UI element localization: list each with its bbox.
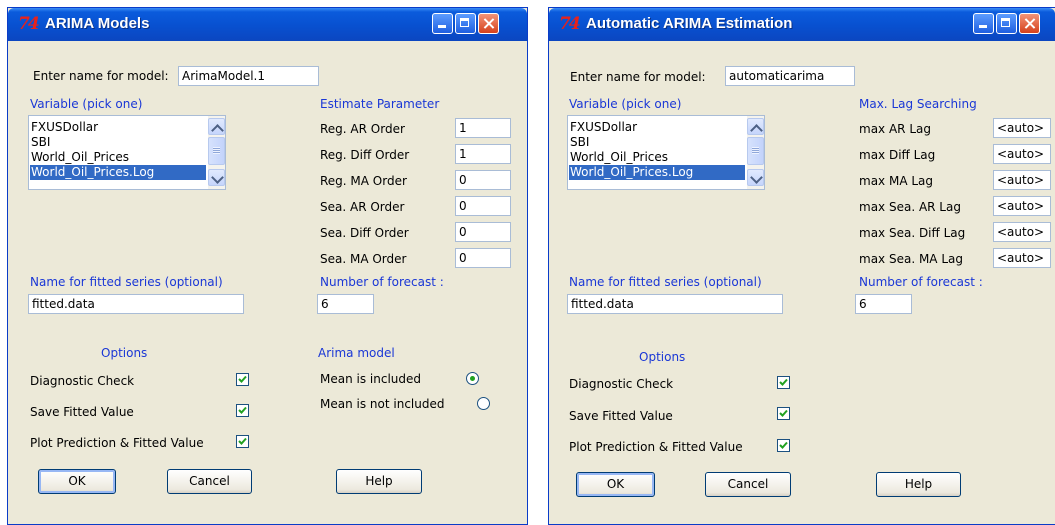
list-item[interactable]: FXUSDollar xyxy=(569,120,748,135)
plot-prediction-checkbox[interactable] xyxy=(777,439,790,452)
lag-label: max MA Lag xyxy=(859,174,933,188)
listbox-scrollbar[interactable] xyxy=(208,116,225,189)
option-label: Plot Prediction & Fitted Value xyxy=(30,436,204,450)
maximize-icon[interactable] xyxy=(455,13,476,34)
mean-included-radio[interactable] xyxy=(466,372,479,385)
diagnostic-check-checkbox[interactable] xyxy=(236,373,249,386)
list-item-selected[interactable]: World_Oil_Prices.Log xyxy=(30,165,206,180)
maximize-icon[interactable] xyxy=(996,13,1017,34)
reg-ar-order-input[interactable]: 1 xyxy=(455,118,511,138)
option-label: Save Fitted Value xyxy=(569,409,673,423)
max-ma-lag-input[interactable]: <auto> xyxy=(993,170,1051,190)
app-logo-icon: 74 xyxy=(18,14,40,34)
diagnostic-check-checkbox[interactable] xyxy=(777,376,790,389)
max-sea-ma-lag-input[interactable]: <auto> xyxy=(993,248,1051,268)
param-label: Reg. MA Order xyxy=(320,174,407,188)
option-label: Plot Prediction & Fitted Value xyxy=(569,440,743,454)
arima-model-header: Arima model xyxy=(318,346,395,360)
sea-ma-order-input[interactable]: 0 xyxy=(455,248,511,268)
save-fitted-checkbox[interactable] xyxy=(777,407,790,420)
scroll-thumb[interactable] xyxy=(208,137,225,165)
max-sea-diff-lag-input[interactable]: <auto> xyxy=(993,222,1051,242)
cancel-button[interactable]: Cancel xyxy=(705,472,791,497)
variable-label: Variable (pick one) xyxy=(569,97,682,111)
list-item[interactable]: SBI xyxy=(30,135,209,150)
model-name-label: Enter name for model: xyxy=(33,69,169,83)
list-item[interactable]: FXUSDollar xyxy=(30,120,209,135)
mean-not-included-radio[interactable] xyxy=(477,397,490,410)
max-diff-lag-input[interactable]: <auto> xyxy=(993,144,1051,164)
list-item[interactable]: SBI xyxy=(569,135,748,150)
param-label: Sea. Diff Order xyxy=(320,226,409,240)
scroll-down-icon[interactable] xyxy=(747,169,764,186)
fitted-series-label: Name for fitted series (optional) xyxy=(30,275,223,289)
variable-listbox[interactable]: FXUSDollar SBI World_Oil_Prices World_Oi… xyxy=(567,115,765,190)
scroll-up-icon[interactable] xyxy=(747,118,764,137)
ok-button[interactable]: OK xyxy=(576,472,655,497)
lag-label: max Sea. Diff Lag xyxy=(859,226,966,240)
sea-ar-order-input[interactable]: 0 xyxy=(455,196,511,216)
scroll-thumb[interactable] xyxy=(747,137,764,165)
model-name-input[interactable]: automaticarima xyxy=(725,66,855,86)
cancel-button[interactable]: Cancel xyxy=(167,469,252,494)
options-header: Options xyxy=(639,350,686,364)
param-label: Sea. MA Order xyxy=(320,252,407,266)
max-sea-ar-lag-input[interactable]: <auto> xyxy=(993,196,1051,216)
option-label: Diagnostic Check xyxy=(569,377,674,391)
radio-label: Mean is not included xyxy=(320,397,445,411)
estimate-parameter-header: Estimate Parameter xyxy=(320,97,440,111)
model-name-input[interactable]: ArimaModel.1 xyxy=(178,66,319,86)
param-label: Reg. AR Order xyxy=(320,122,405,136)
dialog-body: Enter name for model: ArimaModel.1 Varia… xyxy=(11,41,524,521)
forecast-label: Number of forecast : xyxy=(859,275,983,289)
reg-ma-order-input[interactable]: 0 xyxy=(455,170,511,190)
options-header: Options xyxy=(101,346,148,360)
scroll-down-icon[interactable] xyxy=(208,169,225,186)
minimize-icon[interactable] xyxy=(973,13,994,34)
ok-button[interactable]: OK xyxy=(38,469,116,494)
reg-diff-order-input[interactable]: 1 xyxy=(455,144,511,164)
param-label: Sea. AR Order xyxy=(320,200,405,214)
forecast-input[interactable]: 6 xyxy=(855,294,912,314)
app-logo-icon: 74 xyxy=(559,14,581,34)
model-name-label: Enter name for model: xyxy=(570,70,706,84)
close-icon[interactable] xyxy=(478,13,499,34)
automatic-arima-window: 74 Automatic ARIMA Estimation Enter name… xyxy=(548,7,1055,525)
sea-diff-order-input[interactable]: 0 xyxy=(455,222,511,242)
forecast-label: Number of forecast : xyxy=(320,275,444,289)
fitted-series-label: Name for fitted series (optional) xyxy=(569,275,762,289)
forecast-input[interactable]: 6 xyxy=(317,294,374,314)
lag-label: max Diff Lag xyxy=(859,148,936,162)
fitted-series-input[interactable]: fitted.data xyxy=(28,294,244,314)
window-title: ARIMA Models xyxy=(45,15,150,32)
minimize-icon[interactable] xyxy=(432,13,453,34)
variable-label: Variable (pick one) xyxy=(30,97,143,111)
arima-models-window: 74 ARIMA Models Enter name for model: Ar… xyxy=(7,7,528,525)
close-icon[interactable] xyxy=(1019,13,1040,34)
scroll-up-icon[interactable] xyxy=(208,118,225,137)
title-bar[interactable]: 74 Automatic ARIMA Estimation xyxy=(549,8,1055,41)
list-item-selected[interactable]: World_Oil_Prices.Log xyxy=(569,165,745,180)
lag-label: max Sea. MA Lag xyxy=(859,252,963,266)
lag-label: max Sea. AR Lag xyxy=(859,200,961,214)
option-label: Save Fitted Value xyxy=(30,405,134,419)
list-item[interactable]: World_Oil_Prices xyxy=(30,150,209,165)
save-fitted-checkbox[interactable] xyxy=(236,404,249,417)
variable-listbox[interactable]: FXUSDollar SBI World_Oil_Prices World_Oi… xyxy=(28,115,226,190)
listbox-scrollbar[interactable] xyxy=(747,116,764,189)
max-ar-lag-input[interactable]: <auto> xyxy=(993,118,1051,138)
option-label: Diagnostic Check xyxy=(30,374,135,388)
list-item[interactable]: World_Oil_Prices xyxy=(569,150,748,165)
window-title: Automatic ARIMA Estimation xyxy=(586,15,793,32)
help-button[interactable]: Help xyxy=(876,472,961,497)
lag-label: max AR Lag xyxy=(859,122,931,136)
radio-label: Mean is included xyxy=(320,372,422,386)
fitted-series-input[interactable]: fitted.data xyxy=(567,294,783,314)
title-bar[interactable]: 74 ARIMA Models xyxy=(8,8,527,41)
plot-prediction-checkbox[interactable] xyxy=(236,435,249,448)
param-label: Reg. Diff Order xyxy=(320,148,410,162)
max-lag-header: Max. Lag Searching xyxy=(859,97,977,111)
help-button[interactable]: Help xyxy=(336,469,422,494)
dialog-body: Enter name for model: automaticarima Var… xyxy=(552,41,1052,521)
